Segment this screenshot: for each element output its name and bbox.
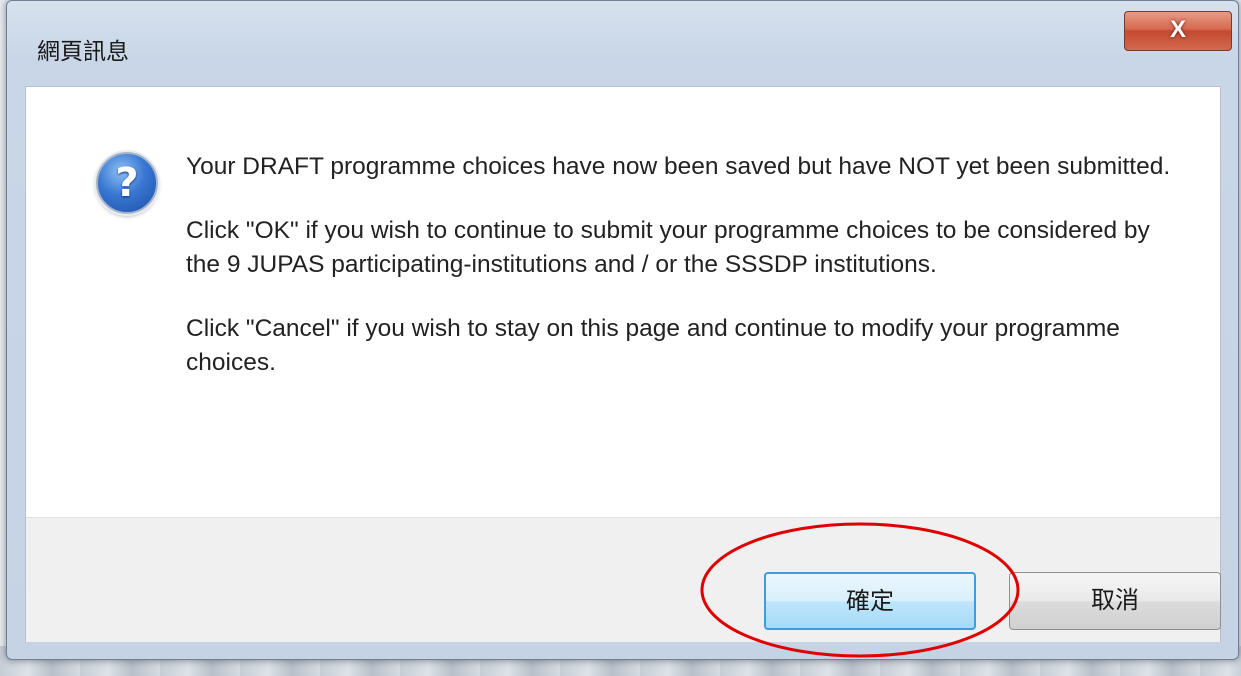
message-text: Your DRAFT programme choices have now be… — [186, 150, 1176, 410]
ok-button[interactable]: 確定 — [764, 572, 976, 630]
message-dialog: 網頁訊息 X ? Your DRAFT programme choices ha… — [6, 0, 1239, 660]
dialog-body: ? Your DRAFT programme choices have now … — [25, 86, 1221, 642]
dialog-titlebar[interactable]: 網頁訊息 X — [7, 1, 1238, 64]
message-area: ? Your DRAFT programme choices have now … — [26, 87, 1220, 517]
message-paragraph-1: Your DRAFT programme choices have now be… — [186, 153, 1171, 180]
dialog-title: 網頁訊息 — [37, 38, 129, 64]
button-bar: 確定 取消 — [26, 517, 1221, 642]
cancel-button[interactable]: 取消 — [1009, 572, 1221, 630]
close-icon: X — [1169, 16, 1186, 43]
message-paragraph-2: Click "OK" if you wish to continue to su… — [186, 217, 1150, 278]
close-button[interactable]: X — [1124, 11, 1232, 51]
question-icon: ? — [96, 152, 158, 214]
message-paragraph-3: Click "Cancel" if you wish to stay on th… — [186, 315, 1120, 376]
